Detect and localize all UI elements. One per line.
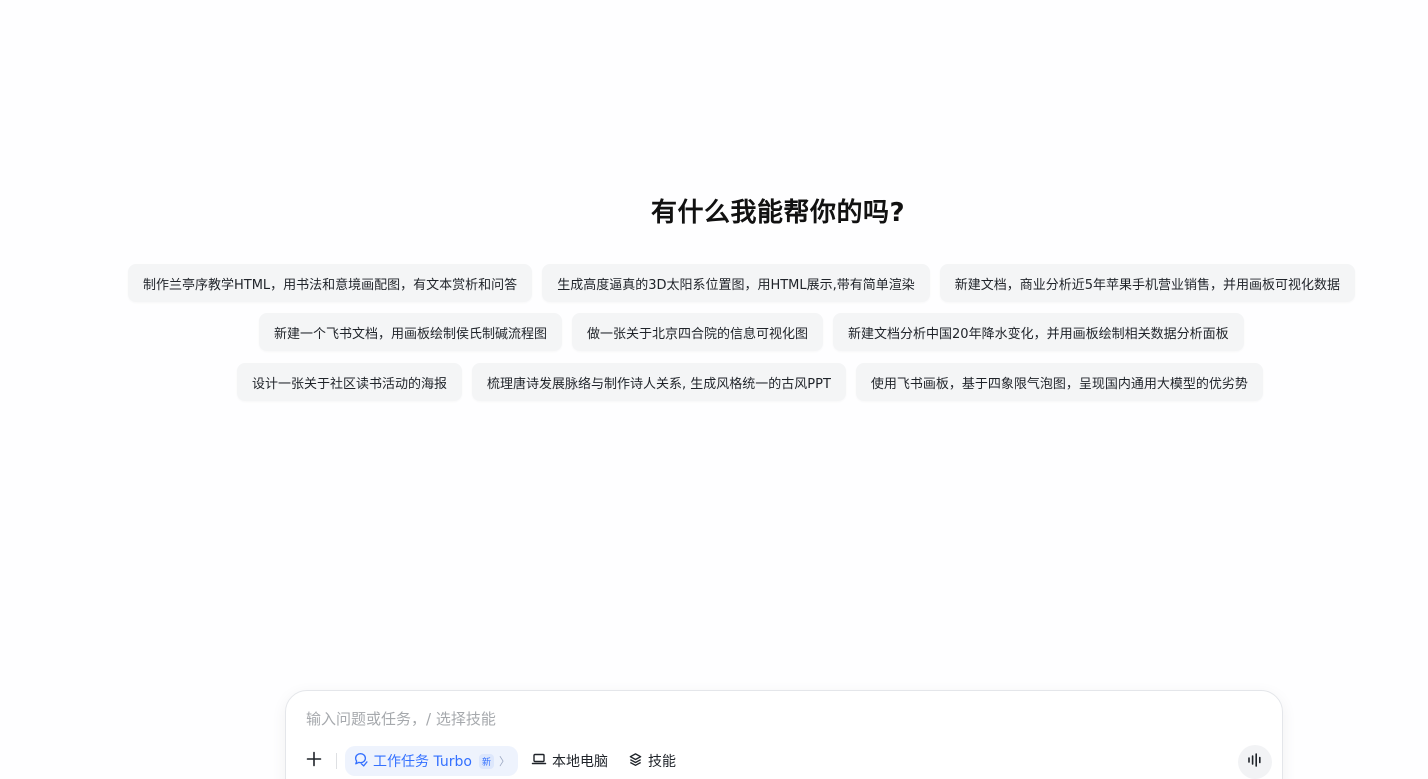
local-computer-button[interactable]: 本地电脑 — [524, 746, 615, 776]
suggestion-row-1: 制作兰亭序教学HTML，用书法和意境画配图，有文本赏析和问答 生成高度逼真的3D… — [128, 264, 1356, 302]
prompt-input[interactable] — [304, 705, 1208, 733]
suggestion-chip[interactable]: 制作兰亭序教学HTML，用书法和意境画配图，有文本赏析和问答 — [128, 264, 533, 302]
laptop-icon — [531, 751, 547, 771]
suggestion-chip[interactable]: 使用飞书画板，基于四象限气泡图，呈现国内通用大模型的优劣势 — [855, 363, 1263, 401]
chevron-right-icon: 〉 — [498, 755, 510, 768]
suggestion-chip[interactable]: 梳理唐诗发展脉络与制作诗人关系, 生成风格统一的古风PPT — [472, 363, 846, 401]
suggestion-chip[interactable]: 设计一张关于社区读书活动的海报 — [237, 363, 463, 401]
new-badge: 新 — [478, 753, 494, 769]
suggestion-chip[interactable]: 做一张关于北京四合院的信息可视化图 — [572, 313, 824, 351]
suggestion-chip[interactable]: 新建文档，商业分析近5年苹果手机营业销售，并用画板可视化数据 — [939, 264, 1356, 302]
plus-icon — [306, 751, 322, 771]
suggestion-row-2: 新建一个飞书文档，用画板绘制侯氏制碱流程图 做一张关于北京四合院的信息可视化图 … — [259, 313, 1244, 351]
suggestion-chip[interactable]: 新建一个飞书文档，用画板绘制侯氏制碱流程图 — [259, 313, 563, 351]
toolbar-divider — [336, 753, 337, 769]
suggestion-chip[interactable]: 生成高度逼真的3D太阳系位置图，用HTML展示,带有简单渲染 — [542, 264, 930, 302]
voice-button[interactable] — [1238, 745, 1272, 779]
add-button[interactable] — [300, 746, 328, 776]
suggestion-row-3: 设计一张关于社区读书活动的海报 梳理唐诗发展脉络与制作诗人关系, 生成风格统一的… — [237, 363, 1263, 401]
page-title: 有什么我能帮你的吗? — [650, 198, 906, 228]
task-icon — [353, 752, 368, 771]
page: 有什么我能帮你的吗? 制作兰亭序教学HTML，用书法和意境画配图，有文本赏析和问… — [0, 0, 1428, 779]
skills-label: 技能 — [647, 754, 676, 770]
composer: 工作任务 Turbo 新 〉 本地电脑 技能 — [285, 690, 1283, 779]
suggestion-chip[interactable]: 新建文档分析中国20年降水变化，并用画板绘制相关数据分析面板 — [833, 313, 1244, 351]
layers-icon — [628, 752, 643, 771]
local-label: 本地电脑 — [551, 754, 608, 770]
voice-wave-icon — [1246, 751, 1264, 773]
composer-toolbar: 工作任务 Turbo 新 〉 本地电脑 技能 — [300, 745, 683, 777]
mode-turbo-button[interactable]: 工作任务 Turbo 新 〉 — [345, 746, 518, 776]
mode-label: 工作任务 Turbo — [373, 754, 472, 770]
skills-button[interactable]: 技能 — [621, 746, 683, 776]
